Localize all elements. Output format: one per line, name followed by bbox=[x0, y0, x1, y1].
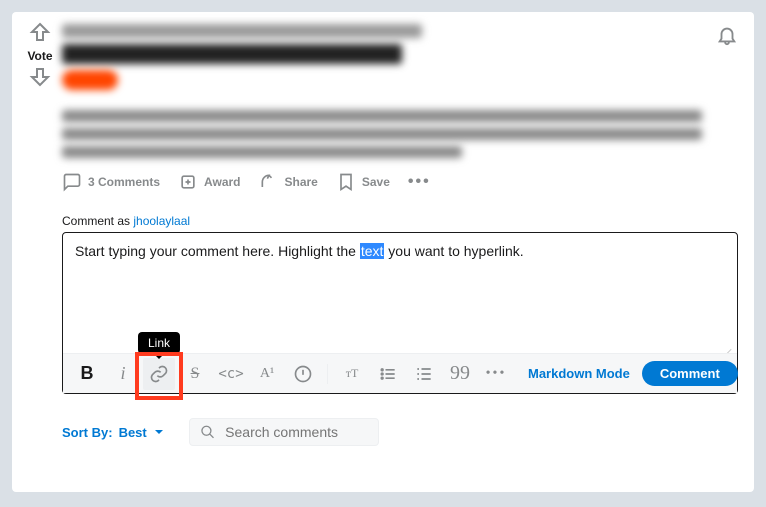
quote-button[interactable]: 99 bbox=[444, 358, 476, 390]
spoiler-button[interactable] bbox=[287, 358, 319, 390]
search-comments-box[interactable] bbox=[189, 418, 379, 446]
link-tooltip: Link bbox=[138, 332, 180, 354]
search-comments-input[interactable] bbox=[223, 423, 368, 441]
comment-as-label: Comment as jhoolaylaal bbox=[62, 214, 738, 228]
link-button[interactable]: Link bbox=[143, 358, 175, 390]
search-icon bbox=[200, 423, 215, 441]
editor-text-before: Start typing your comment here. Highligh… bbox=[75, 243, 360, 259]
post-body-blurred bbox=[62, 110, 738, 122]
award-button[interactable]: Award bbox=[178, 172, 240, 192]
comments-count: 3 Comments bbox=[88, 175, 160, 189]
editor-toolbar: B i Link S <c> A¹ тT 99 ••• M bbox=[63, 353, 737, 393]
comment-as-prefix: Comment as bbox=[62, 214, 133, 228]
bold-button[interactable]: B bbox=[71, 358, 103, 390]
chevron-down-icon bbox=[153, 426, 165, 438]
heading-button[interactable]: тT bbox=[336, 358, 368, 390]
post-body-blurred bbox=[62, 146, 738, 158]
comment-as-username[interactable]: jhoolaylaal bbox=[133, 214, 190, 228]
award-label: Award bbox=[204, 175, 240, 189]
inline-code-button[interactable]: <c> bbox=[215, 358, 247, 390]
link-icon bbox=[149, 364, 169, 384]
comments-button[interactable]: 3 Comments bbox=[62, 172, 160, 192]
award-icon bbox=[178, 172, 198, 192]
post-card: Vote 3 Comments Award Share Save ••• bbox=[12, 12, 754, 492]
more-formatting-button[interactable]: ••• bbox=[480, 358, 512, 390]
strikethrough-button[interactable]: S bbox=[179, 358, 211, 390]
vote-score: Vote bbox=[27, 49, 52, 63]
comment-editor: Start typing your comment here. Highligh… bbox=[62, 232, 738, 394]
italic-button[interactable]: i bbox=[107, 358, 139, 390]
post-title-blurred bbox=[62, 44, 738, 64]
downvote-icon[interactable] bbox=[28, 65, 52, 92]
post-action-bar: 3 Comments Award Share Save ••• bbox=[62, 172, 738, 192]
post-body-blurred bbox=[62, 128, 738, 140]
sort-by-value: Best bbox=[119, 425, 147, 440]
toolbar-separator bbox=[327, 364, 328, 384]
number-list-button[interactable] bbox=[408, 358, 440, 390]
more-actions-button[interactable]: ••• bbox=[408, 173, 431, 191]
comment-icon bbox=[62, 172, 82, 192]
post-tag-blurred bbox=[62, 70, 738, 90]
save-button[interactable]: Save bbox=[336, 172, 390, 192]
number-list-icon bbox=[414, 364, 434, 384]
share-label: Share bbox=[285, 175, 318, 189]
vote-column: Vote bbox=[20, 20, 60, 92]
editor-text-selected: text bbox=[360, 243, 385, 259]
save-label: Save bbox=[362, 175, 390, 189]
spoiler-icon bbox=[293, 364, 313, 384]
submit-comment-button[interactable]: Comment bbox=[642, 361, 738, 386]
post-meta-blurred bbox=[62, 24, 738, 38]
upvote-icon[interactable] bbox=[28, 20, 52, 47]
share-icon bbox=[259, 172, 279, 192]
sort-by-prefix: Sort By: bbox=[62, 425, 113, 440]
editor-text-after: you want to hyperlink. bbox=[384, 243, 523, 259]
bullet-list-icon bbox=[378, 364, 398, 384]
markdown-mode-button[interactable]: Markdown Mode bbox=[520, 366, 638, 381]
sort-by-dropdown[interactable]: Sort By: Best bbox=[62, 425, 165, 440]
share-button[interactable]: Share bbox=[259, 172, 318, 192]
superscript-button[interactable]: A¹ bbox=[251, 358, 283, 390]
bookmark-icon bbox=[336, 172, 356, 192]
bullet-list-button[interactable] bbox=[372, 358, 404, 390]
comment-sort-row: Sort By: Best bbox=[62, 418, 738, 446]
